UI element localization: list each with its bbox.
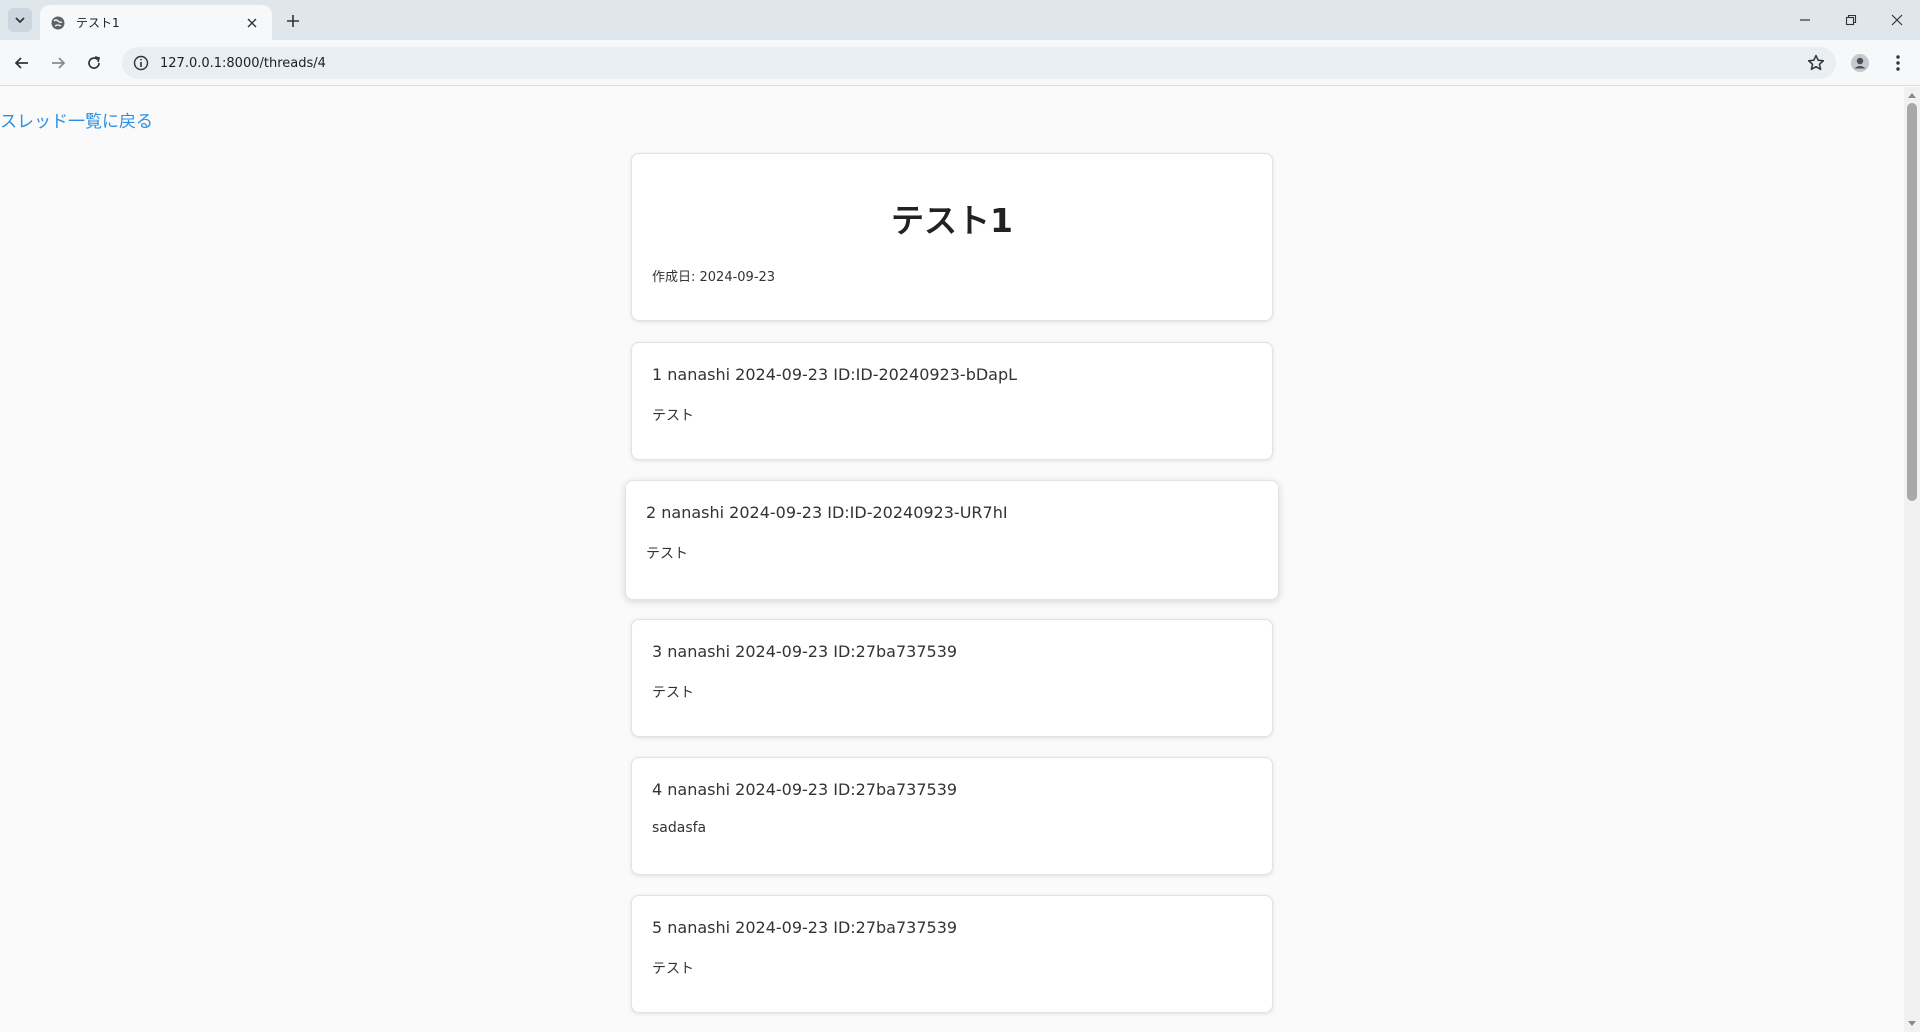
tab-title: テスト1	[76, 16, 120, 30]
scroll-down-arrow[interactable]	[1908, 1021, 1916, 1026]
thread-title: テスト1	[891, 201, 1013, 240]
post-meta: 2 nanashi 2024-09-23 ID:ID-20240923-UR7h…	[646, 503, 1008, 522]
tab-bar: テスト1	[0, 0, 1920, 40]
page-scrollbar[interactable]	[1904, 87, 1920, 1032]
back-button[interactable]	[8, 49, 36, 77]
info-icon[interactable]	[132, 54, 150, 72]
forward-button[interactable]	[44, 49, 72, 77]
scroll-up-arrow[interactable]	[1908, 93, 1916, 98]
close-icon[interactable]	[242, 13, 262, 33]
post-card: 1 nanashi 2024-09-23 ID:ID-20240923-bDap…	[631, 342, 1273, 460]
thread-header-card: テスト1 作成日: 2024-09-23	[631, 153, 1273, 321]
restore-icon	[1845, 14, 1857, 26]
post-card: 4 nanashi 2024-09-23 ID:27ba737539 sadas…	[631, 757, 1273, 875]
post-card: 3 nanashi 2024-09-23 ID:27ba737539 テスト	[631, 619, 1273, 737]
minimize-icon	[1799, 14, 1811, 26]
post-body: テスト	[652, 408, 694, 424]
restore-button[interactable]	[1828, 0, 1874, 40]
close-icon	[1891, 14, 1903, 26]
profile-button[interactable]	[1846, 49, 1874, 77]
plus-icon	[286, 14, 300, 28]
close-window-button[interactable]	[1874, 0, 1920, 40]
reload-button[interactable]	[80, 49, 108, 77]
window-controls	[1782, 0, 1920, 40]
browser-toolbar: 127.0.0.1:8000/threads/4	[0, 40, 1920, 86]
star-icon[interactable]	[1806, 53, 1826, 73]
url-text[interactable]: 127.0.0.1:8000/threads/4	[160, 56, 326, 71]
post-body: sadasfa	[652, 820, 707, 836]
scrollbar-thumb[interactable]	[1907, 103, 1917, 501]
chevron-down-icon	[14, 14, 26, 26]
post-meta: 5 nanashi 2024-09-23 ID:27ba737539	[652, 918, 958, 937]
browser-menu-button[interactable]	[1884, 49, 1912, 77]
page-viewport: スレッド一覧に戻る テスト1 作成日: 2024-09-23 1 nanashi…	[0, 87, 1904, 1032]
address-bar[interactable]: 127.0.0.1:8000/threads/4	[122, 47, 1836, 79]
post-meta: 4 nanashi 2024-09-23 ID:27ba737539	[652, 780, 958, 799]
post-meta: 3 nanashi 2024-09-23 ID:27ba737539	[652, 642, 958, 661]
active-tab[interactable]: テスト1	[40, 5, 272, 40]
post-card-hovered: 2 nanashi 2024-09-23 ID:ID-20240923-UR7h…	[625, 480, 1279, 600]
arrow-right-icon	[50, 55, 66, 71]
post-body: テスト	[652, 961, 694, 977]
thread-created-date: 作成日: 2024-09-23	[652, 270, 776, 285]
arrow-left-icon	[14, 55, 30, 71]
post-body: テスト	[652, 685, 694, 701]
new-tab-button[interactable]	[280, 8, 306, 34]
minimize-button[interactable]	[1782, 0, 1828, 40]
back-to-thread-list-link[interactable]: スレッド一覧に戻る	[0, 107, 153, 132]
post-card: 5 nanashi 2024-09-23 ID:27ba737539 テスト	[631, 895, 1273, 1013]
post-body: テスト	[646, 546, 688, 562]
tab-search-button[interactable]	[8, 8, 32, 32]
post-meta: 1 nanashi 2024-09-23 ID:ID-20240923-bDap…	[652, 365, 1018, 384]
reload-icon	[86, 55, 102, 71]
globe-icon	[50, 15, 66, 31]
kebab-menu-icon	[1895, 54, 1901, 72]
profile-icon	[1850, 53, 1870, 73]
